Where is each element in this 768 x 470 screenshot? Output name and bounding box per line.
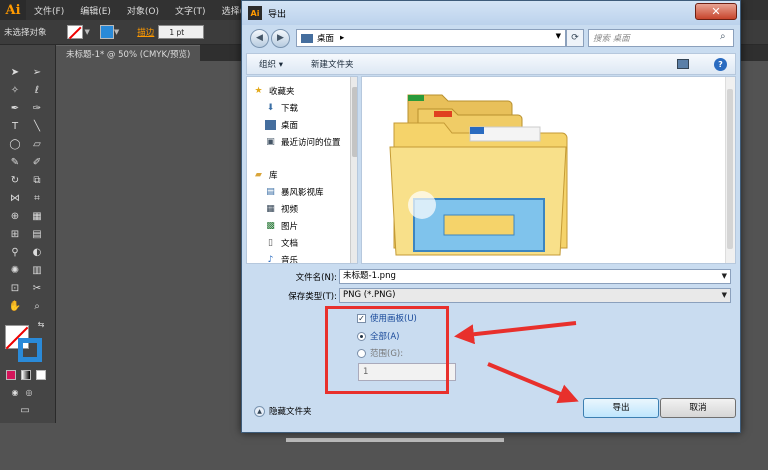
arrow-to-export — [487, 362, 579, 404]
annotation-arrows — [454, 321, 579, 404]
arrow-to-options — [454, 321, 577, 345]
